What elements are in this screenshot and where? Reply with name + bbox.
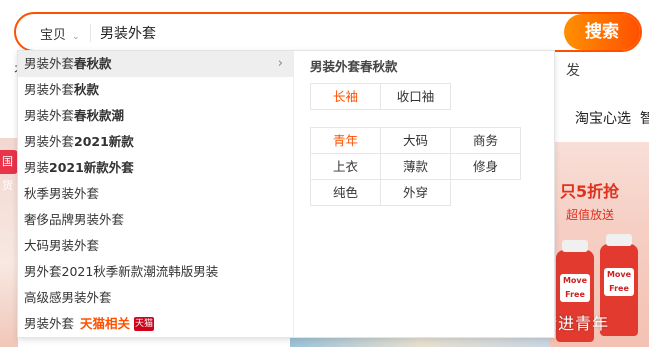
attribute-panel-title: 男装外套春秋款: [310, 59, 398, 74]
attribute-chip[interactable]: 外穿: [381, 180, 451, 206]
attribute-chip[interactable]: 上衣: [311, 154, 381, 180]
tmall-cat-icon: 天猫: [134, 316, 155, 331]
attribute-chip[interactable]: 收口袖: [381, 84, 451, 110]
suggestion-item[interactable]: 男装2021新款外套: [18, 155, 293, 181]
attribute-group-sleeve: 长袖 收口袖: [310, 83, 451, 110]
tmall-related-label: 天猫相关: [80, 316, 131, 331]
attribute-chip[interactable]: 大码: [381, 128, 451, 154]
attribute-chip[interactable]: 长袖: [311, 84, 381, 110]
nav-partial[interactable]: 智: [640, 108, 649, 128]
search-button[interactable]: 搜索: [564, 14, 640, 50]
suggestion-item[interactable]: 男装外套秋款: [18, 77, 293, 103]
suggestion-item-tmall[interactable]: 男装外套 天猫相关 天猫: [18, 311, 293, 337]
suggestion-item[interactable]: 男装外套春秋款 ›: [18, 51, 293, 77]
search-bar: 宝贝 ⌄ 搜索: [14, 12, 642, 52]
suggestion-item[interactable]: 男外套2021秋季新款潮流韩版男装: [18, 259, 293, 285]
suggestion-list: 男装外套春秋款 › 男装外套秋款 男装外套春秋款潮 男装外套2021新款 男装2…: [18, 51, 294, 337]
promo-subtitle: 超值放送: [566, 208, 615, 222]
guohuo-tag: 国货: [0, 150, 18, 192]
hot-word-partial-right: 发: [566, 63, 580, 79]
search-category-select[interactable]: 宝贝 ⌄: [40, 24, 80, 43]
attribute-panel: 男装外套春秋款 长袖 收口袖 青年 大码 商务 上衣 薄款 修身 纯色 外穿: [310, 57, 550, 206]
chevron-down-icon: ⌄: [72, 32, 80, 42]
attribute-chip[interactable]: 纯色: [311, 180, 381, 206]
suggestion-item[interactable]: 奢侈品牌男装外套: [18, 207, 293, 233]
search-input[interactable]: [100, 20, 560, 46]
suggestion-item[interactable]: 高级感男装外套: [18, 285, 293, 311]
suggestion-item[interactable]: 大码男装外套: [18, 233, 293, 259]
suggestion-item[interactable]: 秋季男装外套: [18, 181, 293, 207]
attribute-chip[interactable]: 修身: [451, 154, 521, 180]
attribute-chip[interactable]: 薄款: [381, 154, 451, 180]
suggestion-item[interactable]: 男装外套2021新款: [18, 129, 293, 155]
promo-title: 只5折抢: [560, 182, 620, 201]
nav-taobao-xinxuan[interactable]: 淘宝心选: [575, 108, 631, 128]
attribute-chip[interactable]: 商务: [451, 128, 521, 154]
suggestion-item[interactable]: 男装外套春秋款潮: [18, 103, 293, 129]
attribute-group-style: 青年 大码 商务 上衣 薄款 修身 纯色 外穿: [310, 127, 521, 206]
chevron-right-icon: ›: [277, 56, 283, 71]
search-divider: [90, 24, 91, 42]
attribute-chip[interactable]: 青年: [311, 128, 381, 154]
search-suggestion-dropdown: 男装外套春秋款 › 男装外套秋款 男装外套春秋款潮 男装外套2021新款 男装2…: [17, 50, 555, 338]
search-category-label: 宝贝: [40, 28, 67, 43]
